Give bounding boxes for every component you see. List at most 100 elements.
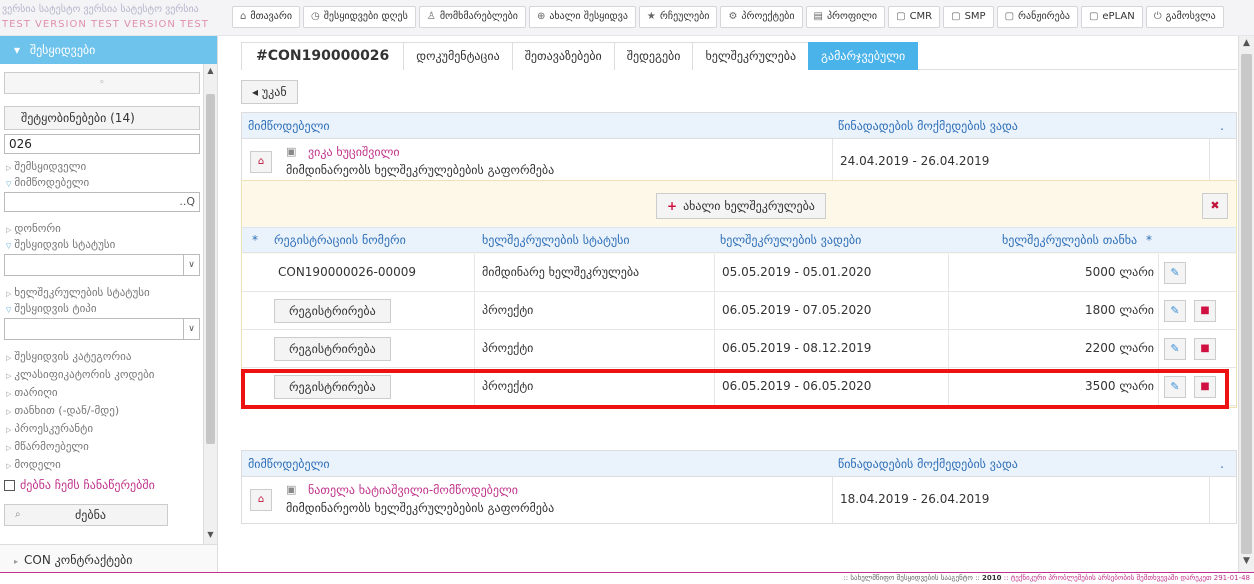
scroll-down-icon[interactable]: ▼ xyxy=(1239,556,1254,570)
divider xyxy=(832,139,833,185)
contract-dates: 05.05.2019 - 05.01.2020 xyxy=(722,265,872,279)
register-button[interactable]: რეგისტრირება xyxy=(274,337,391,361)
notifications-button[interactable]: შეტყობინებები (14) xyxy=(4,106,200,130)
filter-producer[interactable]: ▷ მწარმოებელი xyxy=(6,440,89,453)
filter-amount[interactable]: ▷ თანხით (-დან/-მდე) xyxy=(6,404,119,417)
filter-procurement-status[interactable]: ▽ შესყიდვის სტატუსი xyxy=(6,238,115,251)
triangle-down-icon: ▽ xyxy=(6,180,12,188)
filter-buyer[interactable]: ▷ შემსყიდველი xyxy=(6,160,86,173)
procurement-status-select[interactable]: ∨ xyxy=(4,254,200,276)
nav-button-5[interactable]: ⚙ პროექტები xyxy=(720,6,803,28)
supplier-field[interactable]: ..Q xyxy=(4,192,200,212)
triangle-right-icon: ▷ xyxy=(6,226,12,234)
contract-dates: 06.05.2019 - 07.05.2020 xyxy=(722,303,872,317)
home-icon[interactable]: ⌂ xyxy=(250,489,272,511)
scroll-down-icon[interactable]: ▼ xyxy=(204,530,217,542)
nav-button-3[interactable]: ⊕ ახალი შესყიდვა xyxy=(528,6,636,28)
procurement-type-select[interactable]: ∨ xyxy=(4,318,200,340)
home-icon[interactable]: ⌂ xyxy=(250,151,272,173)
nav-button-7[interactable]: ▢ CMR xyxy=(888,6,941,28)
filter-procurement-type[interactable]: ▽ შესყიდვის ტიპი xyxy=(6,302,97,315)
scrollbar-thumb[interactable] xyxy=(206,94,215,444)
page-footer: :: სახელმწიფო შესყიდვების სააგენტო :: 20… xyxy=(0,572,1254,584)
divider xyxy=(714,292,715,329)
nav-button-4[interactable]: ★ რჩეულები xyxy=(638,6,718,28)
filter-date[interactable]: ▷ თარიღი xyxy=(6,386,58,399)
sidebar-footer-contracts[interactable]: ▸ CON კონტრაქტები xyxy=(0,544,217,574)
sidebar-filters: ◦ შეტყობინებები (14) 026 ▷ შემსყიდველი ▽ მ… xyxy=(0,64,204,544)
register-button[interactable]: რეგისტრირება xyxy=(274,299,391,323)
trash-icon[interactable]: ■ xyxy=(1194,300,1216,322)
main-scrollbar[interactable]: ▲ ▼ xyxy=(1238,36,1254,572)
trash-icon[interactable]: ■ xyxy=(1194,338,1216,360)
triangle-right-icon: ▷ xyxy=(6,372,12,380)
filter-procurement-category[interactable]: ▷ შესყიდვის კატეგორია xyxy=(6,350,131,363)
card-icon: ▤ xyxy=(813,11,823,22)
nav-button-1[interactable]: ◷ შესყიდვები დღეს xyxy=(303,6,416,28)
edit-icon[interactable]: ✎ xyxy=(1164,262,1186,284)
divider xyxy=(1209,477,1210,523)
close-icon[interactable]: ✖ xyxy=(1202,193,1228,219)
filter-supplier[interactable]: ▽ მიმწოდებელი xyxy=(6,176,89,189)
nav-button-9[interactable]: ▢ რანჟირება xyxy=(996,6,1078,28)
plus-circle-icon: ⊕ xyxy=(536,11,546,22)
search-icon[interactable]: ..Q xyxy=(179,195,195,208)
sidebar-header-procurements[interactable]: ▾ შესყიდვები xyxy=(0,36,217,64)
checkbox-box[interactable] xyxy=(4,479,15,491)
search-my-records-checkbox[interactable]: ძებნა ჩემს ჩანაწერებში xyxy=(4,478,155,492)
search-button[interactable]: ⌕ ძებნა xyxy=(4,504,168,526)
tab-2[interactable]: შეთავაზებები xyxy=(511,42,615,70)
plus-icon: + xyxy=(667,199,678,213)
nav-button-10[interactable]: ▢ ePLAN xyxy=(1080,6,1143,28)
filter-price-list[interactable]: ▷ პროესკურანტი xyxy=(6,422,93,435)
contract-amount: 2200 ლარი xyxy=(1085,341,1154,355)
nav-button-label: ახალი შესყიდვა xyxy=(549,11,628,22)
filter-classifier-codes[interactable]: ▷ კლასიფიკატორის კოდები xyxy=(6,368,154,381)
nav-button-6[interactable]: ▤ პროფილი xyxy=(805,6,886,28)
nav-button-11[interactable]: ⏻ გამოსვლა xyxy=(1145,6,1224,28)
tab-1[interactable]: დოკუმენტაცია xyxy=(403,42,513,70)
scroll-up-icon[interactable]: ▲ xyxy=(1239,38,1254,52)
scroll-up-icon[interactable]: ▲ xyxy=(204,66,217,78)
triangle-down-icon: ▽ xyxy=(6,242,12,250)
sidebar-scrollbar[interactable]: ▲ ▼ xyxy=(203,64,217,544)
filter-donor[interactable]: ▷ დონორი xyxy=(6,222,61,235)
highlighted-row-annotation xyxy=(241,369,1229,409)
supplier-name-link[interactable]: ვიკა ხუციშვილი xyxy=(308,145,400,159)
watermark-line-1: ვერსია სატესტო ვერსია სატესტო ვერსია xyxy=(2,4,199,15)
triangle-right-icon: ▷ xyxy=(6,462,12,470)
header-contract-dates: ხელშეკრულების ვადები xyxy=(720,233,862,247)
new-contract-button[interactable]: + ახალი ხელშეკრულება xyxy=(656,193,826,219)
tab-3[interactable]: შედეგები xyxy=(613,42,694,70)
offer-validity-dates: 18.04.2019 - 26.04.2019 xyxy=(840,492,990,506)
tab-4[interactable]: ხელშეკრულება xyxy=(692,42,810,70)
edit-icon[interactable]: ✎ xyxy=(1164,338,1186,360)
sidebar-toggle-button[interactable]: ◦ xyxy=(4,72,200,94)
supplier-status: მიმდინარეობს ხელშეკრულებების გაფორმება xyxy=(286,501,555,515)
back-button[interactable]: ◂ უკან xyxy=(241,80,298,104)
doc-icon: ▢ xyxy=(1004,11,1015,22)
code-input[interactable]: 026 xyxy=(4,134,200,154)
footer-year: 2010 xyxy=(982,574,1002,582)
filter-contract-status[interactable]: ▷ ხელშეკრულების სტატუსი xyxy=(6,286,150,299)
edit-icon[interactable]: ✎ xyxy=(1164,300,1186,322)
footer-agency: :: სახელმწიფო შესყიდვების სააგენტო :: xyxy=(843,574,980,582)
scrollbar-thumb[interactable] xyxy=(1241,54,1252,554)
header-dot: . xyxy=(1220,457,1224,471)
tab-0[interactable]: #CON190000026 xyxy=(241,42,405,70)
watermark-line-2: TEST VERSION TEST VERSION TEST xyxy=(2,19,209,30)
chevron-down-icon: ▾ xyxy=(14,43,21,57)
supplier-name-link[interactable]: ნათელა ხატიაშვილი-მომწოდებელი xyxy=(308,483,518,497)
id-card-icon: ▣ xyxy=(286,483,297,496)
nav-button-0[interactable]: ⌂ მთავარი xyxy=(232,6,301,28)
table-row: რეგისტრირება პროექტი 06.05.2019 - 08.12.20… xyxy=(242,330,1236,368)
nav-button-2[interactable]: ♙ მომხმარებლები xyxy=(418,6,526,28)
tab-5[interactable]: გამარჯვებული xyxy=(808,42,919,70)
header-contract-amount: ხელშეკრულების თანხა xyxy=(1002,233,1138,247)
header-contract-status: ხელშეკრულების სტატუსი xyxy=(482,233,630,247)
divider xyxy=(1158,254,1159,291)
nav-button-8[interactable]: ▢ SMP xyxy=(943,6,994,28)
filter-model[interactable]: ▷ მოდელი xyxy=(6,458,61,471)
supplier-block-1: მიმწოდებელი წინადადების მოქმედების ვადა … xyxy=(241,112,1237,186)
top-bar: ვერსია სატესტო ვერსია სატესტო ვერსია TES… xyxy=(0,0,1254,36)
